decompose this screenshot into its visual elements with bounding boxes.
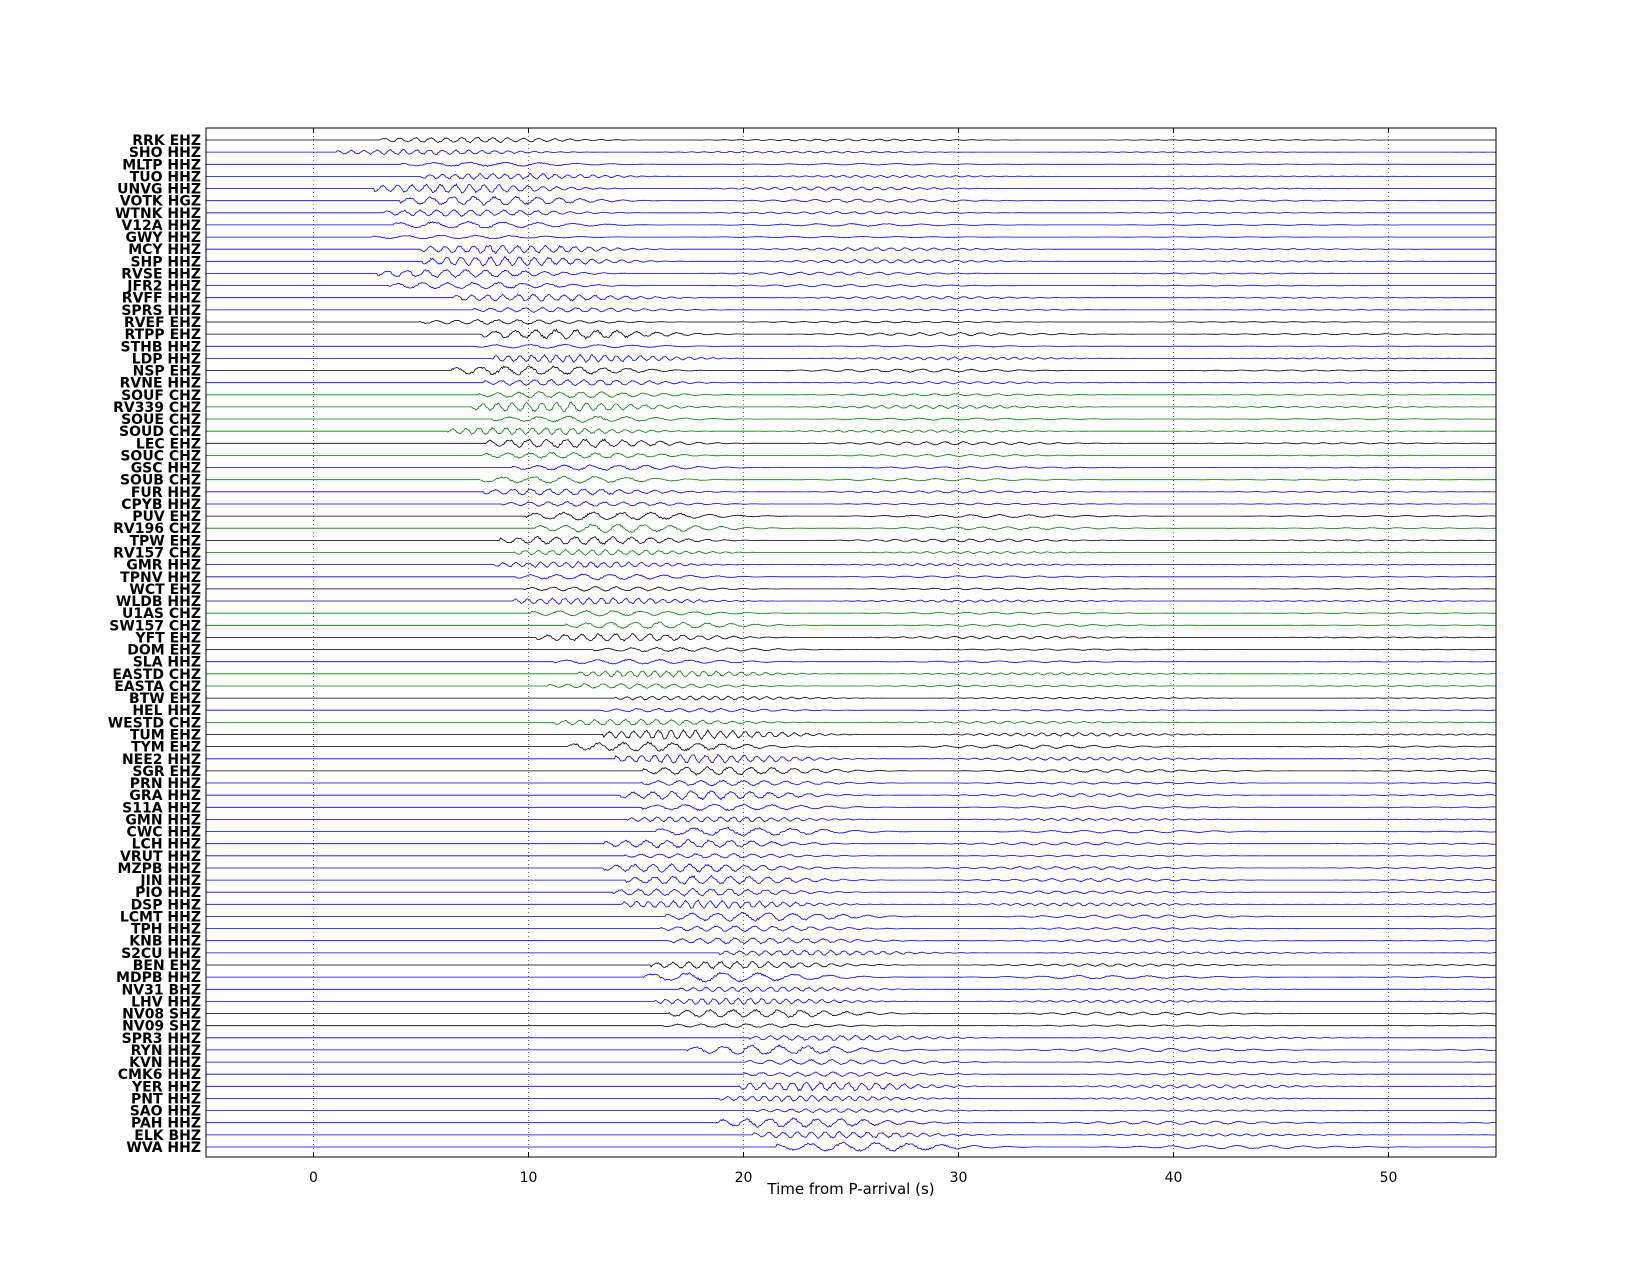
seismogram-record-section: 0 10 20 30 40 50 RRK EHZSHO HHZMLTP HHZTUO HH… <box>0 0 1650 1275</box>
x-tick-label: 50 <box>1380 1170 1398 1186</box>
x-tick-label: 20 <box>735 1170 753 1186</box>
x-tick-label: 40 <box>1165 1170 1183 1186</box>
x-tick-label: 0 <box>309 1170 318 1186</box>
x-tick-label: 10 <box>520 1170 538 1186</box>
x-tick-label: 30 <box>950 1170 968 1186</box>
x-axis-label: Time from P-arrival (s) <box>766 1180 934 1198</box>
station-label: WVA HHZ <box>126 1140 201 1156</box>
